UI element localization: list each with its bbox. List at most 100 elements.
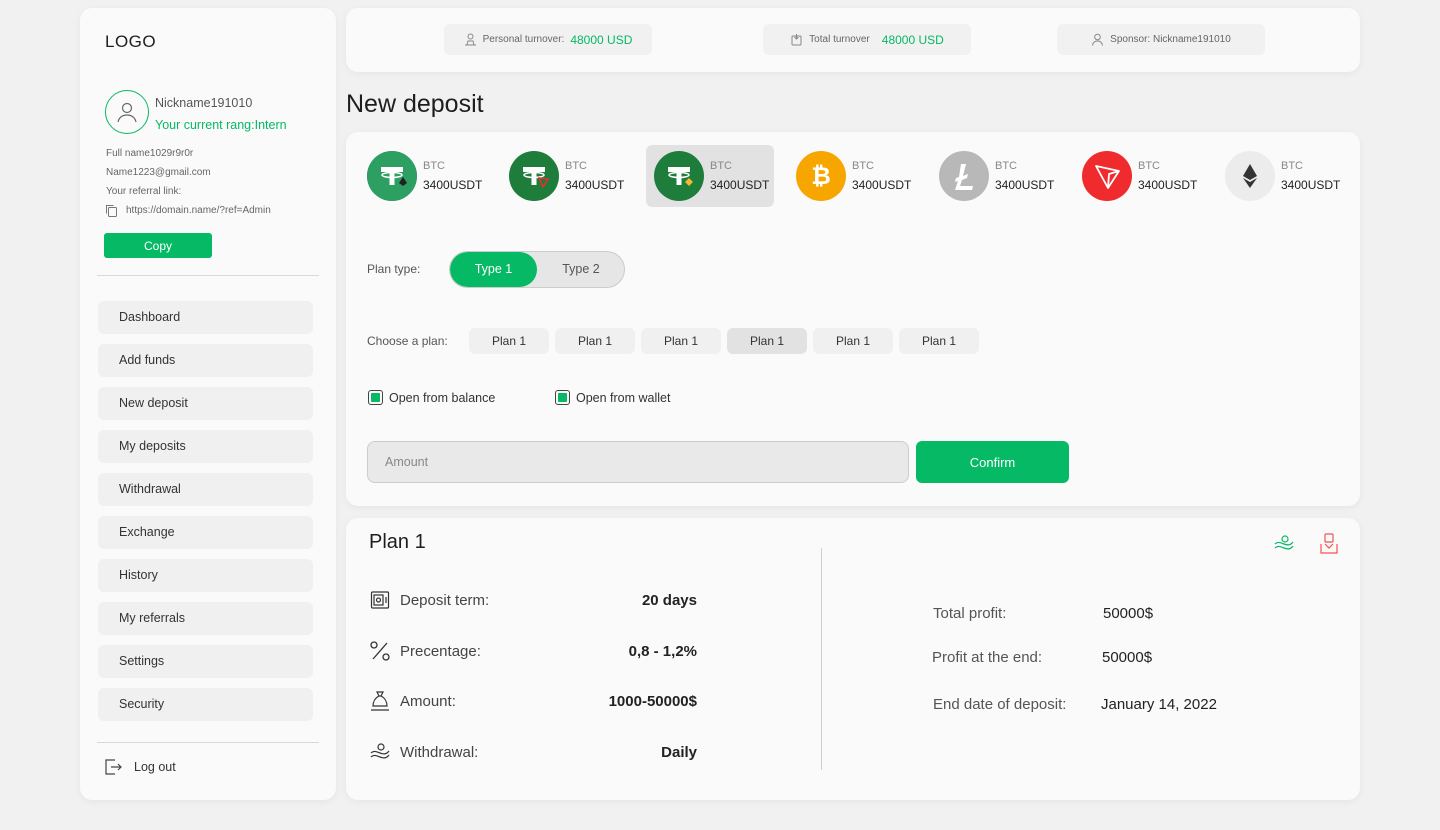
deposit-form: BTC 3400USDT BTC 3400USDT BTC 3400USDT ₿ BT… bbox=[346, 132, 1360, 506]
menu-item-withdrawal[interactable]: Withdrawal bbox=[98, 473, 313, 506]
amount-input[interactable] bbox=[367, 441, 909, 483]
coin-option[interactable]: BTC 3400USDT bbox=[931, 145, 1063, 207]
coin-option-selected[interactable]: BTC 3400USDT bbox=[646, 145, 774, 207]
plan-type-1[interactable]: Type 1 bbox=[450, 252, 537, 287]
bitcoin-icon: ₿ bbox=[796, 151, 846, 201]
total-turnover: Total turnover 48000 USD bbox=[763, 24, 971, 55]
confirm-button[interactable]: Confirm bbox=[916, 441, 1069, 483]
coin-amount: 3400USDT bbox=[710, 178, 770, 192]
percentage-row: Precentage: 0,8 - 1,2% bbox=[369, 638, 697, 664]
menu-item-my-referrals[interactable]: My referrals bbox=[98, 602, 313, 635]
plan-option[interactable]: Plan 1 bbox=[813, 328, 893, 354]
checkbox[interactable] bbox=[555, 390, 570, 405]
logo[interactable]: LOGO bbox=[105, 32, 156, 52]
menu-item-my-deposits[interactable]: My deposits bbox=[98, 430, 313, 463]
plan-option[interactable]: Plan 1 bbox=[469, 328, 549, 354]
open-from-wallet-checkbox[interactable]: Open from wallet bbox=[555, 390, 670, 405]
money-bag-icon bbox=[369, 690, 391, 712]
plan-title: Plan 1 bbox=[369, 531, 426, 553]
plan-type-2[interactable]: Type 2 bbox=[537, 252, 624, 287]
withdrawal-row: Withdrawal: Daily bbox=[369, 739, 697, 765]
total-turnover-label: Total turnover bbox=[809, 34, 870, 45]
divider bbox=[97, 742, 319, 743]
sponsor: Sponsor: Nickname191010 bbox=[1057, 24, 1265, 55]
end-date-label: End date of deposit: bbox=[933, 696, 1067, 713]
coin-option[interactable]: BTC 3400USDT bbox=[1217, 145, 1347, 207]
menu-item-new-deposit[interactable]: New deposit bbox=[98, 387, 313, 420]
full-name: Full name1029r9r0r bbox=[106, 148, 194, 159]
personal-turnover-label: Personal turnover: bbox=[482, 34, 565, 45]
referral-label: Your referral link: bbox=[106, 186, 182, 197]
coin-amount: 3400USDT bbox=[995, 178, 1055, 192]
plan-option[interactable]: Plan 1 bbox=[899, 328, 979, 354]
safe-icon bbox=[369, 589, 391, 611]
svg-text:₿: ₿ bbox=[811, 162, 831, 190]
amount-row: Amount: 1000-50000$ bbox=[369, 688, 697, 714]
nickname: Nickname191010 bbox=[155, 96, 253, 110]
plan-details: Plan 1 Deposit term: 20 days Precentage:… bbox=[346, 518, 1360, 800]
plan-option[interactable]: Plan 1 bbox=[555, 328, 635, 354]
deposit-term-row: Deposit term: 20 days bbox=[369, 587, 697, 613]
coin-option[interactable]: BTC 3400USDT bbox=[1074, 145, 1206, 207]
open-from-balance-label: Open from balance bbox=[389, 390, 496, 405]
coin-amount: 3400USDT bbox=[565, 178, 625, 192]
coin-label: BTC bbox=[995, 160, 1017, 172]
divider bbox=[821, 548, 822, 770]
coin-option[interactable]: BTC 3400USDT bbox=[501, 145, 633, 207]
download-invoice-icon[interactable] bbox=[1317, 532, 1341, 556]
total-turnover-icon bbox=[791, 34, 802, 46]
detail-value: 0,8 - 1,2% bbox=[628, 642, 697, 660]
current-rang: Your current rang:Intern bbox=[155, 118, 287, 132]
detail-label: Deposit term: bbox=[400, 591, 490, 609]
sponsor-icon bbox=[1092, 33, 1104, 46]
detail-value: Daily bbox=[661, 743, 697, 761]
checkbox[interactable] bbox=[368, 390, 383, 405]
tether-bnb-icon bbox=[654, 151, 704, 201]
menu-item-exchange[interactable]: Exchange bbox=[98, 516, 313, 549]
avatar[interactable] bbox=[105, 90, 149, 134]
detail-value: 1000-50000$ bbox=[608, 692, 697, 710]
tether-eth-icon bbox=[367, 151, 417, 201]
menu-item-add-funds[interactable]: Add funds bbox=[98, 344, 313, 377]
plan-type-label: Plan type: bbox=[367, 262, 421, 276]
personal-turnover-value: 48000 USD bbox=[570, 32, 633, 47]
profit-at-end-value: 50000$ bbox=[1102, 649, 1153, 666]
litecoin-icon bbox=[939, 151, 989, 201]
menu-item-security[interactable]: Security bbox=[98, 688, 313, 721]
end-date-value: January 14, 2022 bbox=[1101, 696, 1217, 713]
sponsor-text: Sponsor: Nickname191010 bbox=[1110, 34, 1231, 45]
coin-label: BTC bbox=[423, 160, 445, 172]
copy-icon[interactable] bbox=[105, 204, 118, 217]
total-turnover-value: 48000 USD bbox=[881, 32, 944, 47]
coin-option[interactable]: BTC 3400USDT bbox=[359, 145, 491, 207]
menu-item-settings[interactable]: Settings bbox=[98, 645, 313, 678]
detail-value: 20 days bbox=[641, 591, 697, 609]
menu-item-history[interactable]: History bbox=[98, 559, 313, 592]
coin-label: BTC bbox=[1281, 160, 1303, 172]
coin-label: BTC bbox=[852, 160, 874, 172]
plan-type-toggle: Type 1 Type 2 bbox=[449, 251, 625, 288]
coin-amount: 3400USDT bbox=[852, 178, 912, 192]
plan-option-selected[interactable]: Plan 1 bbox=[727, 328, 807, 354]
detail-label: Amount: bbox=[400, 692, 456, 710]
percent-icon bbox=[369, 640, 391, 662]
open-from-balance-checkbox[interactable]: Open from balance bbox=[368, 390, 495, 405]
page-title: New deposit bbox=[346, 90, 484, 118]
logout-button[interactable]: Log out bbox=[104, 758, 176, 776]
referral-link: https://domain.name/?ref=Admin bbox=[126, 205, 271, 216]
menu-item-dashboard[interactable]: Dashboard bbox=[98, 301, 313, 334]
divider bbox=[97, 275, 319, 276]
sidebar: LOGO Nickname191010 Your current rang:In… bbox=[80, 8, 336, 800]
logout-icon bbox=[105, 759, 122, 775]
plan-option[interactable]: Plan 1 bbox=[641, 328, 721, 354]
top-bar: Personal turnover: 48000 USD Total turno… bbox=[346, 8, 1360, 72]
email: Name1223@gmail.com bbox=[106, 167, 211, 178]
coin-label: BTC bbox=[565, 160, 587, 172]
logout-label: Log out bbox=[134, 760, 176, 774]
coin-option[interactable]: ₿ BTC 3400USDT bbox=[788, 145, 920, 207]
copy-button[interactable]: Copy bbox=[104, 233, 212, 258]
coin-label: BTC bbox=[710, 160, 732, 172]
ethereum-icon bbox=[1225, 151, 1275, 201]
money-hand-icon[interactable] bbox=[1272, 532, 1296, 556]
personal-turnover-icon bbox=[464, 33, 476, 46]
